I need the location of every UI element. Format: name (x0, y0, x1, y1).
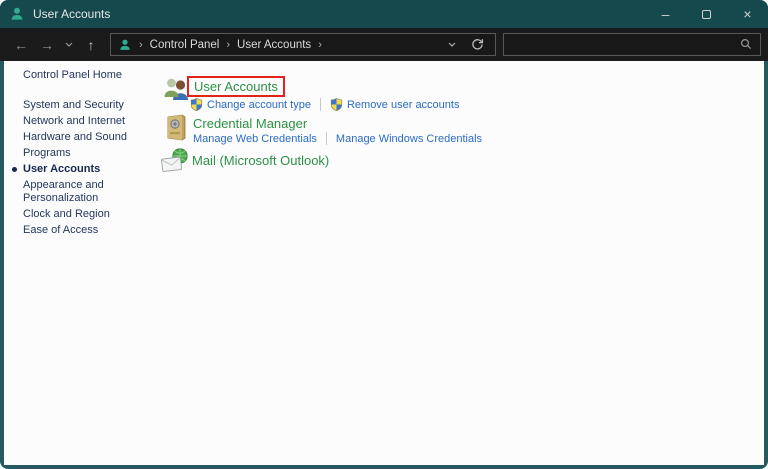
navigation-bar: ← → ↑ › Control Panel › User Accounts › (0, 28, 768, 61)
minimize-button[interactable]: – (645, 0, 686, 28)
forward-button[interactable]: → (34, 33, 60, 57)
task-separator (319, 98, 321, 111)
mail-icon (161, 148, 188, 172)
uac-shield-icon (330, 98, 343, 111)
sidebar: Control Panel Home System and Security N… (4, 61, 160, 465)
sidebar-item-clock-and-region[interactable]: Clock and Region (23, 208, 160, 221)
task-label: Manage Windows Credentials (335, 132, 483, 145)
uac-shield-icon (190, 98, 203, 111)
search-input[interactable] (508, 34, 736, 55)
sidebar-item-appearance-and-personalization[interactable]: Appearance and Personalization (23, 179, 127, 205)
content-area: Control Panel Home System and Security N… (4, 61, 764, 465)
credential-manager-icon (167, 114, 186, 141)
breadcrumb-user-accounts[interactable]: User Accounts (237, 39, 311, 51)
breadcrumb-chevron: › (139, 38, 143, 51)
chevron-down-icon (65, 42, 73, 47)
task-label: Remove user accounts (346, 98, 460, 111)
search-box (503, 33, 761, 56)
chevron-down-icon (448, 42, 456, 47)
sidebar-item-network-and-internet[interactable]: Network and Internet (23, 115, 160, 128)
address-dropdown-button[interactable] (442, 42, 462, 47)
user-accounts-app-icon (11, 7, 23, 20)
title-bar: User Accounts – × (0, 0, 768, 28)
mail-heading[interactable]: Mail (Microsoft Outlook) (192, 153, 329, 168)
window-title: User Accounts (33, 7, 111, 21)
breadcrumb-control-panel[interactable]: Control Panel (150, 39, 220, 51)
sidebar-item-programs[interactable]: Programs (23, 147, 160, 160)
recent-pages-dropdown[interactable] (60, 33, 78, 57)
remove-user-accounts-link[interactable]: Remove user accounts (330, 98, 460, 111)
task-separator (325, 132, 327, 145)
user-accounts-icon (164, 78, 188, 100)
refresh-icon (471, 39, 483, 50)
search-icon (740, 38, 752, 50)
breadcrumb-user-icon (120, 39, 130, 50)
sidebar-item-label: User Accounts (23, 163, 101, 175)
window-controls: – × (645, 0, 768, 28)
credential-manager-heading[interactable]: Credential Manager (193, 116, 307, 131)
user-accounts-tasks: Change account type Remove user accounts (190, 98, 459, 111)
annotation-highlight-box: User Accounts (187, 76, 285, 97)
task-label: Change account type (207, 98, 311, 111)
task-label: Manage Web Credentials (193, 132, 317, 145)
back-button[interactable]: ← (8, 33, 34, 57)
manage-windows-credentials-link[interactable]: Manage Windows Credentials (336, 133, 482, 145)
maximize-button[interactable] (686, 0, 727, 28)
active-item-bullet (12, 167, 17, 172)
credential-manager-tasks: Manage Web Credentials Manage Windows Cr… (193, 132, 482, 145)
close-button[interactable]: × (727, 0, 768, 28)
sidebar-item-user-accounts[interactable]: User Accounts (12, 163, 160, 176)
sidebar-item-hardware-and-sound[interactable]: Hardware and Sound (23, 131, 160, 144)
breadcrumb-chevron: › (226, 38, 231, 51)
maximize-icon (702, 9, 711, 19)
sidebar-item-control-panel-home[interactable]: Control Panel Home (23, 69, 160, 82)
refresh-button[interactable] (466, 38, 488, 51)
breadcrumb-chevron: › (318, 38, 322, 51)
sidebar-item-system-and-security[interactable]: System and Security (23, 99, 160, 112)
control-panel-window: User Accounts – × ← → ↑ › Control Panel … (0, 0, 768, 469)
user-accounts-heading[interactable]: User Accounts (194, 79, 278, 94)
manage-web-credentials-link[interactable]: Manage Web Credentials (193, 133, 317, 145)
address-bar[interactable]: › Control Panel › User Accounts › (110, 33, 496, 56)
sidebar-item-ease-of-access[interactable]: Ease of Access (23, 224, 160, 237)
change-account-type-link[interactable]: Change account type (190, 98, 311, 111)
up-button[interactable]: ↑ (78, 33, 104, 57)
